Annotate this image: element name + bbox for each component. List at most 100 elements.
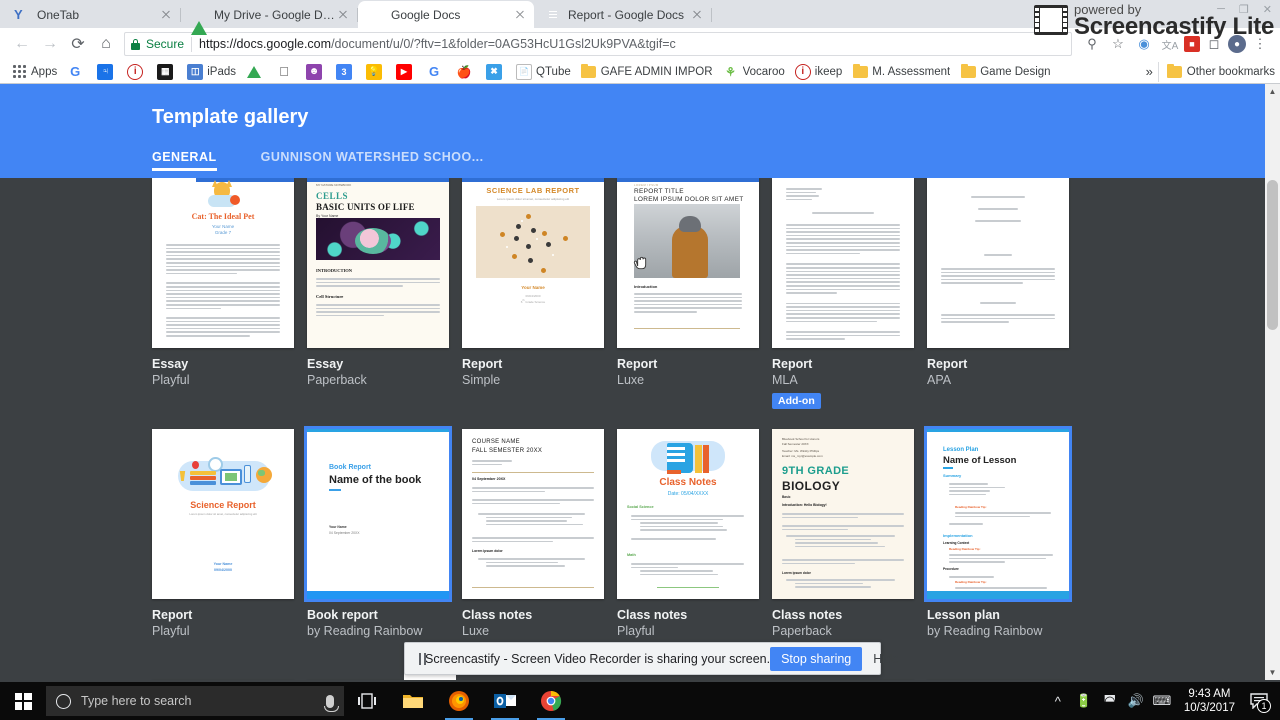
volume-icon[interactable]: 🔊 <box>1123 682 1149 720</box>
screen: Y OneTab My Drive - Google Drive Google … <box>0 0 1280 720</box>
thumb-heading-1: 9TH GRADE <box>782 465 850 477</box>
bookmark-other-bookmarks[interactable]: Other bookmarks <box>1157 61 1280 82</box>
bookmark-apple-red[interactable]: 🍎 <box>451 62 481 82</box>
template-thumbnail[interactable]: Science Report Lorem ipsum dolor sit ame… <box>152 429 294 599</box>
home-button[interactable]: ⌂ <box>92 30 120 58</box>
page-scrollbar[interactable]: ▲ ▼ <box>1265 84 1280 680</box>
search-placeholder: Type here to search <box>81 694 192 708</box>
scrollbar-thumb[interactable] <box>1267 180 1278 330</box>
template-thumbnail[interactable]: MY NATURE NOTEBOOK CELLS BASIC UNITS OF … <box>307 178 449 348</box>
thumb-kicker: Book Report <box>329 464 371 471</box>
microphone-icon[interactable] <box>323 694 339 712</box>
bookmark-gafe-admin[interactable]: GAFE ADMIN IMPOR <box>576 62 718 82</box>
bookmarks-overflow-button[interactable]: » <box>1141 62 1158 82</box>
clock[interactable]: 9:43 AM 10/3/2017 <box>1175 687 1244 715</box>
bookmark-youtube[interactable]: ▶ <box>391 62 421 82</box>
outlook-button[interactable] <box>482 682 528 720</box>
template-thumbnail[interactable]: Book Report Name of the book Your Name 0… <box>304 426 452 602</box>
bookmark-apps[interactable]: Apps <box>6 62 62 82</box>
template-card-lesson-plan[interactable]: Lesson Plan Name of Lesson Summary Readi… <box>924 426 1072 639</box>
browser-tab-onetab[interactable]: Y OneTab <box>4 1 181 28</box>
scroll-up-arrow-icon[interactable]: ▲ <box>1265 84 1280 99</box>
template-card-class-notes-paperback[interactable]: Bluebook School for Honors Fall Semester … <box>772 429 914 639</box>
keyboard-icon[interactable]: ⌨ <box>1149 682 1175 720</box>
template-thumbnail[interactable]: Cat: The Ideal Pet Your Name Grade 7 <box>152 178 294 348</box>
bookmark-qr[interactable]: ▦ <box>152 62 182 82</box>
template-thumbnail[interactable]: LOREM IPSUM REPORT TITLE LOREM IPSUM DOL… <box>617 178 759 348</box>
page-icon: 📄 <box>516 63 532 80</box>
google-drive-icon <box>191 6 207 35</box>
bookmark-qtube[interactable]: 📄 QTube <box>511 62 576 82</box>
address-bar[interactable]: Secure https://docs.google.com/document/… <box>124 32 1072 56</box>
template-thumbnail[interactable] <box>772 178 914 348</box>
bookmark-label: iPads <box>207 65 236 78</box>
sheets-x-icon: ✖ <box>486 63 502 80</box>
bookmark-contacts[interactable]: ☻ <box>301 62 331 82</box>
bookmark-game-design[interactable]: Game Design <box>955 62 1055 82</box>
thumb-author: Your Name <box>211 224 235 229</box>
stop-sharing-button[interactable]: Stop sharing <box>770 646 863 671</box>
task-view-button[interactable] <box>344 682 390 720</box>
template-card-class-notes-luxe[interactable]: COURSE NAME FALL SEMESTER 20XX 04 Septem… <box>462 429 604 639</box>
bookmark-label: M. Assessment <box>872 65 951 78</box>
template-card-essay-playful[interactable]: Cat: The Ideal Pet Your Name Grade 7 Ess… <box>152 178 294 409</box>
template-card-report-luxe[interactable]: LOREM IPSUM REPORT TITLE LOREM IPSUM DOL… <box>617 178 759 409</box>
close-icon[interactable] <box>158 7 174 23</box>
bookmark-swirl[interactable]: ♃ <box>92 62 122 82</box>
close-icon[interactable] <box>689 7 705 23</box>
bookmark-drive[interactable] <box>241 62 271 82</box>
thumb-title: SCIENCE LAB REPORT <box>486 186 580 195</box>
template-thumbnail[interactable]: Bluebook School for Honors Fall Semester … <box>772 429 914 599</box>
bookmark-sheets-x[interactable]: ✖ <box>481 62 511 82</box>
bookmark-ipads[interactable]: ◫ iPads <box>182 62 241 82</box>
thumb-section-2: Math <box>627 553 636 557</box>
template-subtitle: by Reading Rainbow <box>307 624 423 638</box>
bookmark-info[interactable]: i <box>122 62 152 82</box>
browser-tab-report-google-docs[interactable]: Report - Google Docs <box>535 1 712 28</box>
bookmark-calendar3[interactable]: 3 <box>331 62 361 82</box>
action-center-button[interactable]: 1 <box>1244 682 1274 720</box>
thumb-date: Date: 05/04/XXXX <box>667 491 709 497</box>
tab-gunnison-watershed-school[interactable]: GUNNISON WATERSHED SCHOO... <box>261 150 484 171</box>
template-card-report-simple[interactable]: SCIENCE LAB REPORT Lorem ipsum dolor sit… <box>462 178 604 409</box>
start-button[interactable] <box>0 682 46 720</box>
bookmark-google-2[interactable]: G <box>421 62 451 82</box>
browser-tab-google-docs[interactable]: Google Docs <box>358 1 534 28</box>
template-thumbnail[interactable]: SCIENCE LAB REPORT Lorem ipsum dolor sit… <box>462 178 604 348</box>
template-card-report-apa[interactable]: Report APA <box>927 178 1069 409</box>
browser-tab-my-drive[interactable]: My Drive - Google Drive <box>181 1 358 35</box>
template-thumbnail[interactable]: Lesson Plan Name of Lesson Summary Readi… <box>924 426 1072 602</box>
search-input[interactable]: Type here to search <box>46 686 344 716</box>
firefox-button[interactable] <box>436 682 482 720</box>
template-card-report-playful[interactable]: Science Report Lorem ipsum dolor sit ame… <box>152 429 294 639</box>
thumb-heading: Introduction <box>634 284 658 289</box>
chrome-button[interactable] <box>528 682 574 720</box>
template-card-report-mla[interactable]: Report MLA Add-on <box>772 178 914 409</box>
scroll-down-arrow-icon[interactable]: ▼ <box>1265 665 1280 680</box>
close-icon[interactable] <box>335 7 351 23</box>
thumb-date: 04 September 20XX <box>472 477 506 481</box>
template-thumbnail[interactable]: Class Notes Date: 05/04/XXXX Social Scie… <box>617 429 759 599</box>
template-thumbnail[interactable] <box>927 178 1069 348</box>
hide-button[interactable]: Hide <box>862 647 910 671</box>
reload-button[interactable]: ⟳ <box>64 30 92 58</box>
file-explorer-button[interactable] <box>390 682 436 720</box>
bookmark-vocaroo[interactable]: ⚘ Vocaroo <box>718 62 790 82</box>
template-card-essay-paperback[interactable]: MY NATURE NOTEBOOK CELLS BASIC UNITS OF … <box>307 178 449 409</box>
bookmark-keep[interactable]: 💡 <box>361 62 391 82</box>
template-thumbnail[interactable]: COURSE NAME FALL SEMESTER 20XX 04 Septem… <box>462 429 604 599</box>
wifi-icon[interactable]: ◚ <box>1097 682 1123 720</box>
back-button[interactable]: ← <box>8 30 36 58</box>
bookmark-ikeep[interactable]: i ikeep <box>790 62 848 82</box>
close-icon[interactable] <box>512 7 528 23</box>
bookmark-apple[interactable]:  <box>271 62 301 82</box>
bookmark-label: QTube <box>536 65 571 78</box>
bookmark-google[interactable]: G <box>62 62 92 82</box>
forward-button[interactable]: → <box>36 30 64 58</box>
bookmark-m-assessment[interactable]: M. Assessment <box>847 62 955 82</box>
battery-icon[interactable]: 🔋 <box>1071 682 1097 720</box>
template-card-book-report[interactable]: Book Report Name of the book Your Name 0… <box>304 426 452 639</box>
tab-general[interactable]: GENERAL <box>152 150 217 171</box>
template-card-class-notes-playful[interactable]: Class Notes Date: 05/04/XXXX Social Scie… <box>617 429 759 639</box>
show-hidden-icons-chevron[interactable]: ^ <box>1045 682 1071 720</box>
